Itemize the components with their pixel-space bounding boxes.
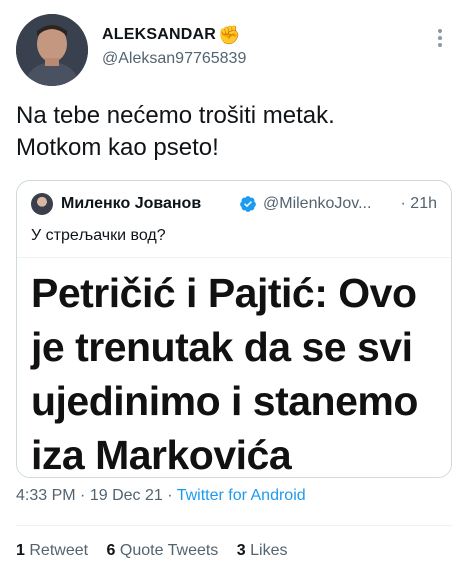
meta-separator: · [167,487,173,504]
quote-tweets-label: Quote Tweets [119,542,219,559]
author-handle[interactable]: @Aleksan97765839 [102,50,246,68]
quote-tweets-stat[interactable]: 6 Quote Tweets [107,542,219,560]
tweet-time[interactable]: 4:33 PM [16,487,76,504]
divider-line [16,525,452,526]
tweet-date[interactable]: 19 Dec 21 [90,487,163,504]
quoted-media-image[interactable]: Petričić i Pajtić: Ovo je trenutak da se… [17,258,451,477]
quoted-author-name: Миленко Јованов [61,195,202,212]
quoted-tweet[interactable]: Миленко Јованов @MilenkoJov... · 21h У с… [16,180,452,478]
likes-label: Likes [250,542,288,559]
more-icon [438,29,442,33]
likes-count: 3 [236,542,246,559]
likes-stat[interactable]: 3 Likes [237,542,288,560]
tweet-text: Na tebe nećemo trošiti metak. Motkom kao… [16,102,335,161]
quoted-image-headline: Petričić i Pajtić: Ovo je trenutak da se… [31,270,418,478]
quoted-author-handle: @MilenkoJov... [263,195,372,212]
author-display-name[interactable]: ALEKSANDAR [102,26,216,44]
tweet-metadata: 4:33 PM · 19 Dec 21 · Twitter for Androi… [16,487,306,505]
verified-badge-icon [240,196,256,212]
tweet-source-link[interactable]: Twitter for Android [177,487,306,504]
author-avatar[interactable] [16,14,88,86]
quoted-time: 21h [410,195,437,212]
quoted-timestamp: · 21h [401,195,437,213]
quoted-separator: · [400,195,406,212]
retweets-label: Retweet [29,542,89,559]
quoted-author-avatar [31,193,53,215]
quoted-tweet-text: У стрељачки вод? [31,227,166,244]
quote-tweets-count: 6 [106,542,116,559]
raised-fist-emoji: ✊ [218,25,241,45]
meta-separator: · [80,487,86,504]
author-name-block: ALEKSANDAR ✊ @Aleksan97765839 [102,26,246,68]
more-options-button[interactable] [430,26,450,50]
tweet-header: ALEKSANDAR ✊ @Aleksan97765839 [16,14,452,90]
quoted-tweet-header: Миленко Јованов @MilenkoJov... · 21h [31,193,439,215]
tweet-stats: 1 Retweet 6 Quote Tweets 3 Likes [16,542,301,560]
retweets-count: 1 [16,542,25,559]
retweets-stat[interactable]: 1 Retweet [16,542,88,560]
